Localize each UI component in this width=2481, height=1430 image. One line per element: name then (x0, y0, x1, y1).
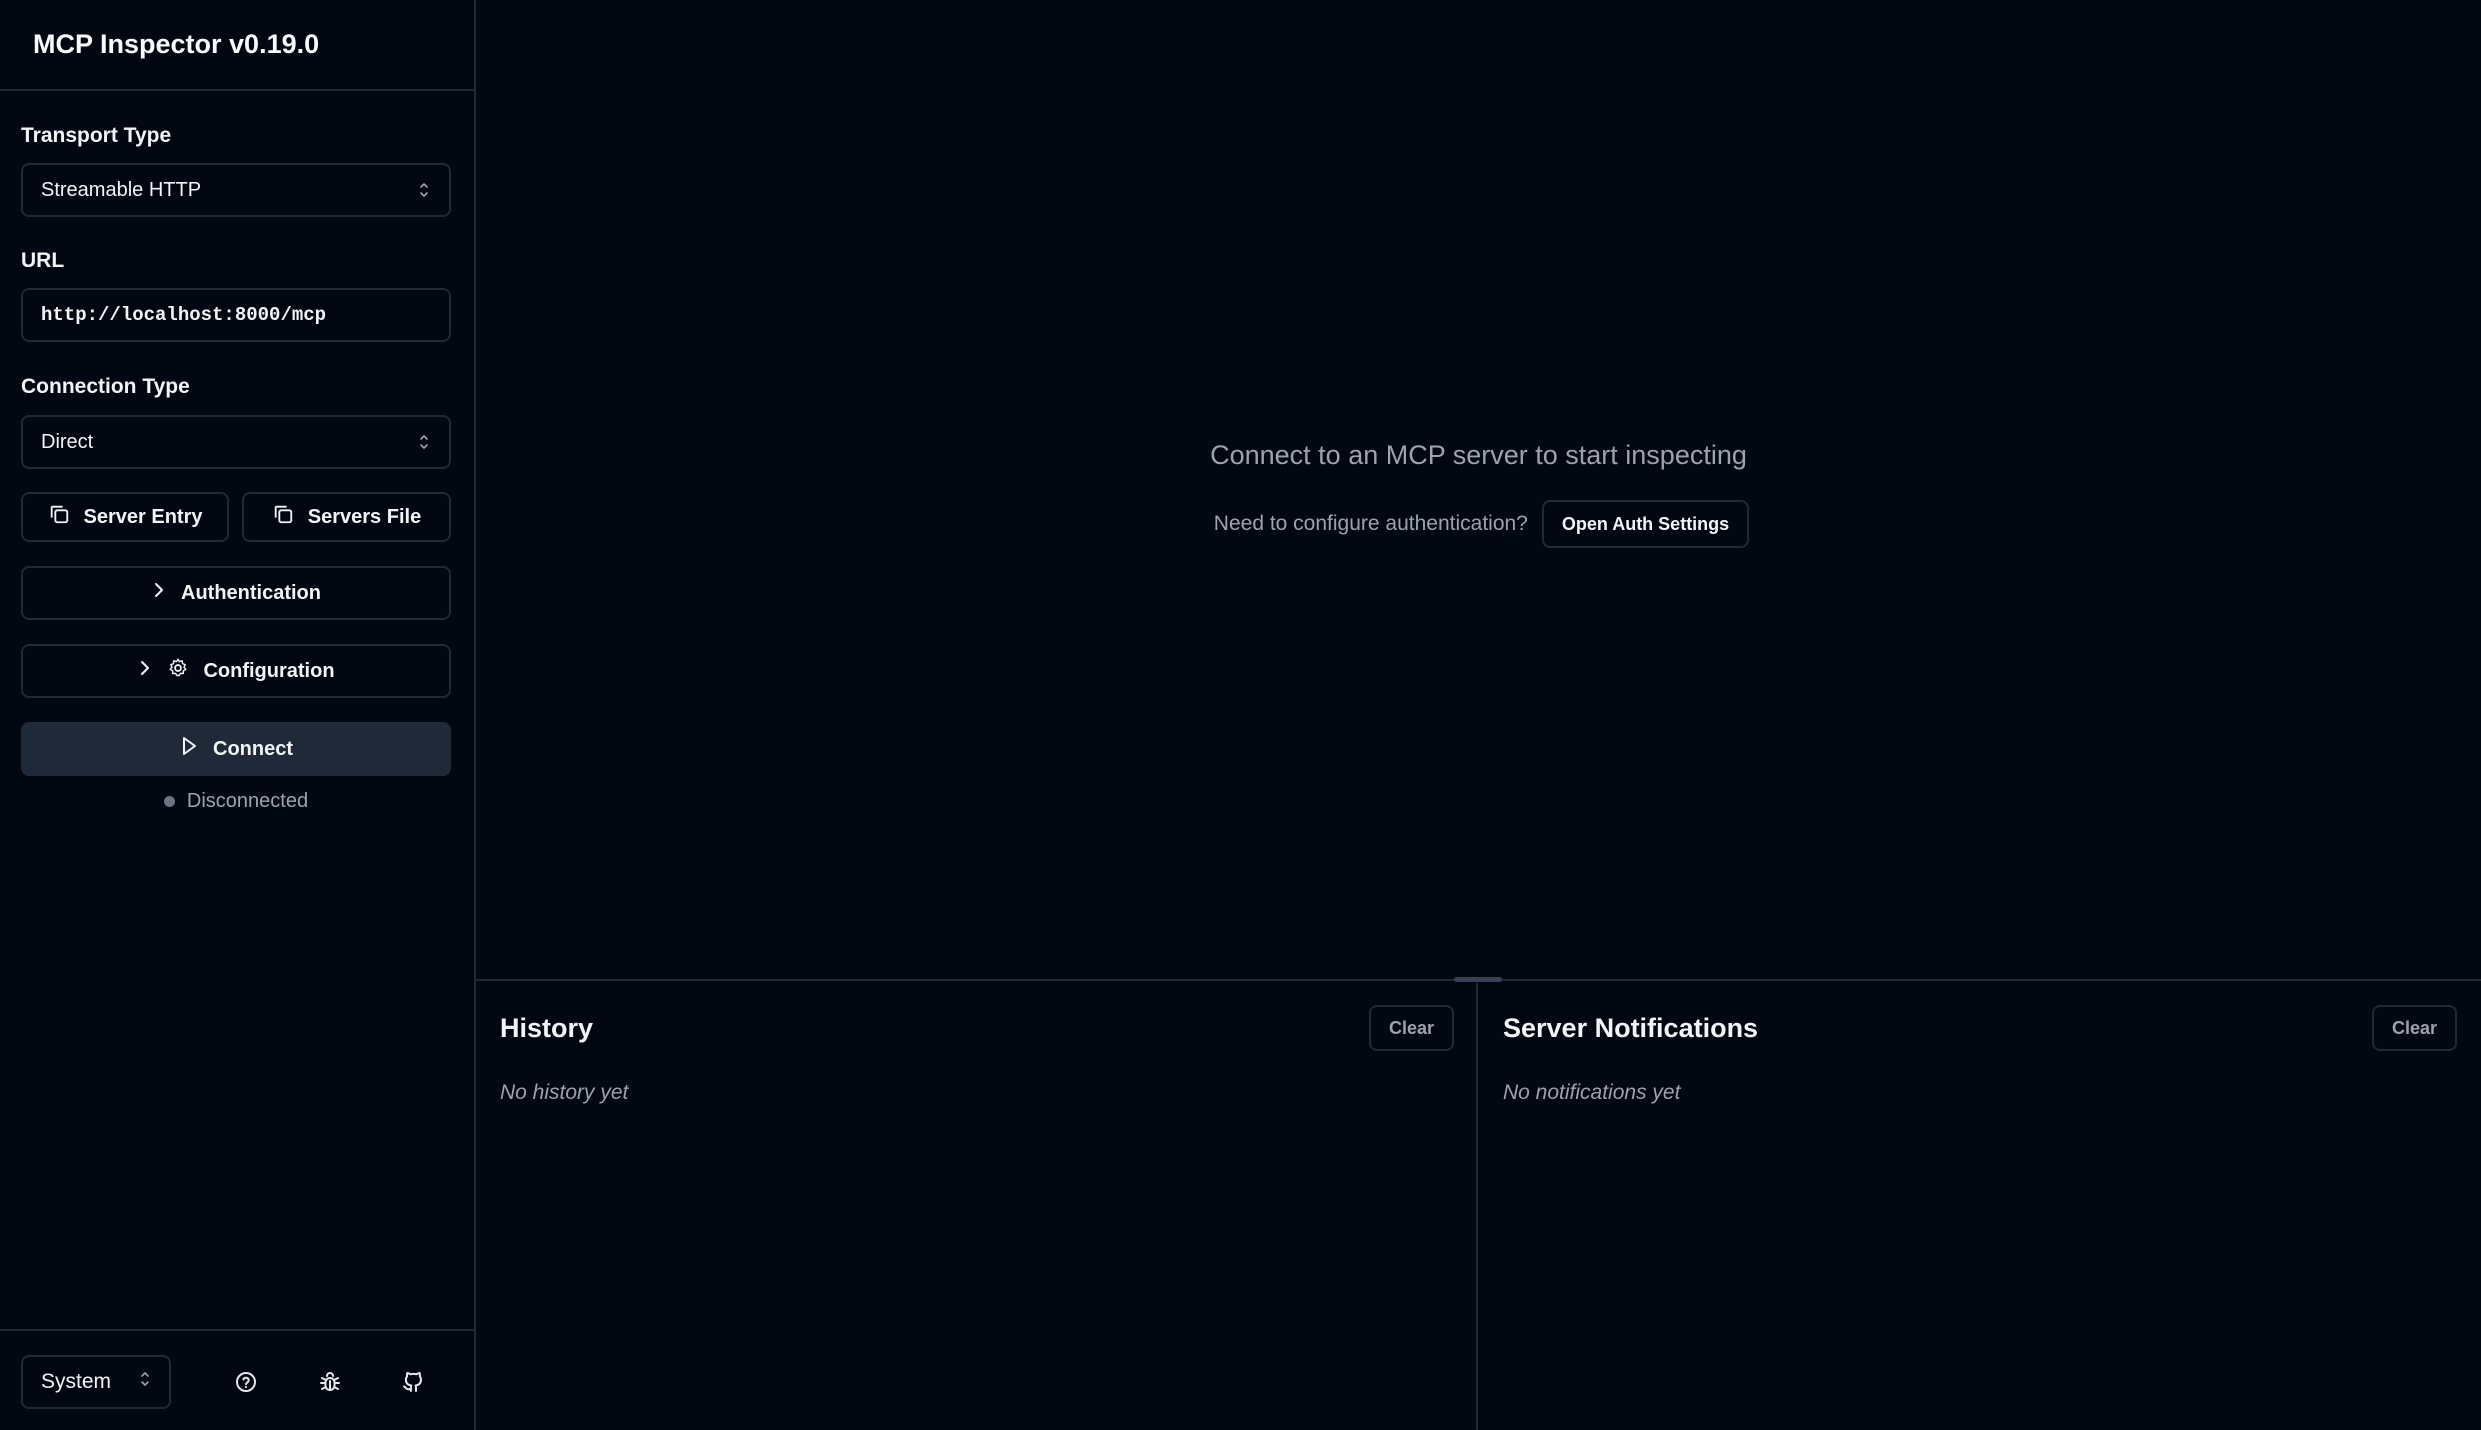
open-auth-settings-button[interactable]: Open Auth Settings (1541, 500, 1750, 548)
configuration-toggle[interactable]: Configuration (21, 644, 451, 698)
notifications-title: Server Notifications (1503, 1013, 1759, 1043)
bug-icon[interactable] (313, 1365, 347, 1399)
authentication-toggle[interactable]: Authentication (21, 566, 451, 620)
history-clear-button[interactable]: Clear (1368, 1005, 1454, 1051)
play-icon (179, 735, 199, 763)
configuration-label: Configuration (203, 659, 335, 682)
notifications-empty-text: No notifications yet (1503, 1081, 1681, 1104)
connection-status: Disconnected (21, 790, 451, 813)
history-title: History (500, 1013, 594, 1043)
connect-prompt: Connect to an MCP server to start inspec… (1210, 440, 1747, 470)
server-entry-label: Server Entry (83, 505, 203, 528)
sidebar-header: MCP Inspector v0.19.0 (0, 0, 474, 91)
sidebar-footer: System (0, 1329, 474, 1430)
chevrons-up-down-icon (139, 1369, 151, 1395)
notifications-panel: Server Notifications Clear No notificati… (1479, 983, 2481, 1430)
servers-file-button[interactable]: Servers File (242, 492, 451, 542)
auth-question: Need to configure authentication? (1213, 512, 1528, 535)
connection-type-label: Connection Type (21, 375, 190, 398)
chevrons-up-down-icon (417, 179, 431, 201)
github-icon[interactable] (396, 1365, 430, 1399)
app-root: MCP Inspector v0.19.0 Transport Type Str… (0, 0, 2481, 1430)
app-title: MCP Inspector v0.19.0 (33, 29, 320, 59)
url-label: URL (21, 249, 65, 272)
main-content: Connect to an MCP server to start inspec… (476, 0, 2481, 981)
history-empty-text: No history yet (500, 1081, 629, 1104)
chevron-right-icon (151, 581, 167, 605)
sidebar: MCP Inspector v0.19.0 Transport Type Str… (0, 0, 476, 1430)
servers-file-label: Servers File (307, 505, 422, 528)
theme-value: System (41, 1370, 112, 1393)
server-entry-button[interactable]: Server Entry (21, 492, 229, 542)
url-input[interactable]: http://localhost:8000/mcp (21, 288, 451, 342)
connection-type-select[interactable]: Direct (21, 415, 451, 469)
copy-icon (272, 503, 294, 531)
help-icon[interactable] (229, 1365, 263, 1399)
gear-icon (167, 657, 189, 685)
transport-type-select[interactable]: Streamable HTTP (21, 163, 451, 217)
transport-type-value: Streamable HTTP (41, 178, 202, 201)
notifications-clear-button[interactable]: Clear (2371, 1005, 2457, 1051)
connect-label: Connect (213, 737, 293, 760)
theme-select[interactable]: System (21, 1355, 171, 1409)
main-area: Connect to an MCP server to start inspec… (476, 0, 2481, 1430)
chevron-right-icon (137, 659, 153, 683)
connection-type-value: Direct (41, 430, 94, 453)
panel-resize-handle[interactable] (1454, 977, 1502, 982)
auth-row: Need to configure authentication? Open A… (476, 500, 2481, 548)
authentication-label: Authentication (181, 581, 321, 604)
copy-icon (48, 503, 70, 531)
history-panel: History Clear No history yet (476, 983, 1478, 1430)
status-text: Disconnected (186, 790, 309, 812)
chevrons-up-down-icon (417, 431, 431, 453)
connect-button[interactable]: Connect (21, 722, 451, 776)
status-dot (163, 796, 175, 807)
transport-type-label: Transport Type (21, 124, 172, 147)
